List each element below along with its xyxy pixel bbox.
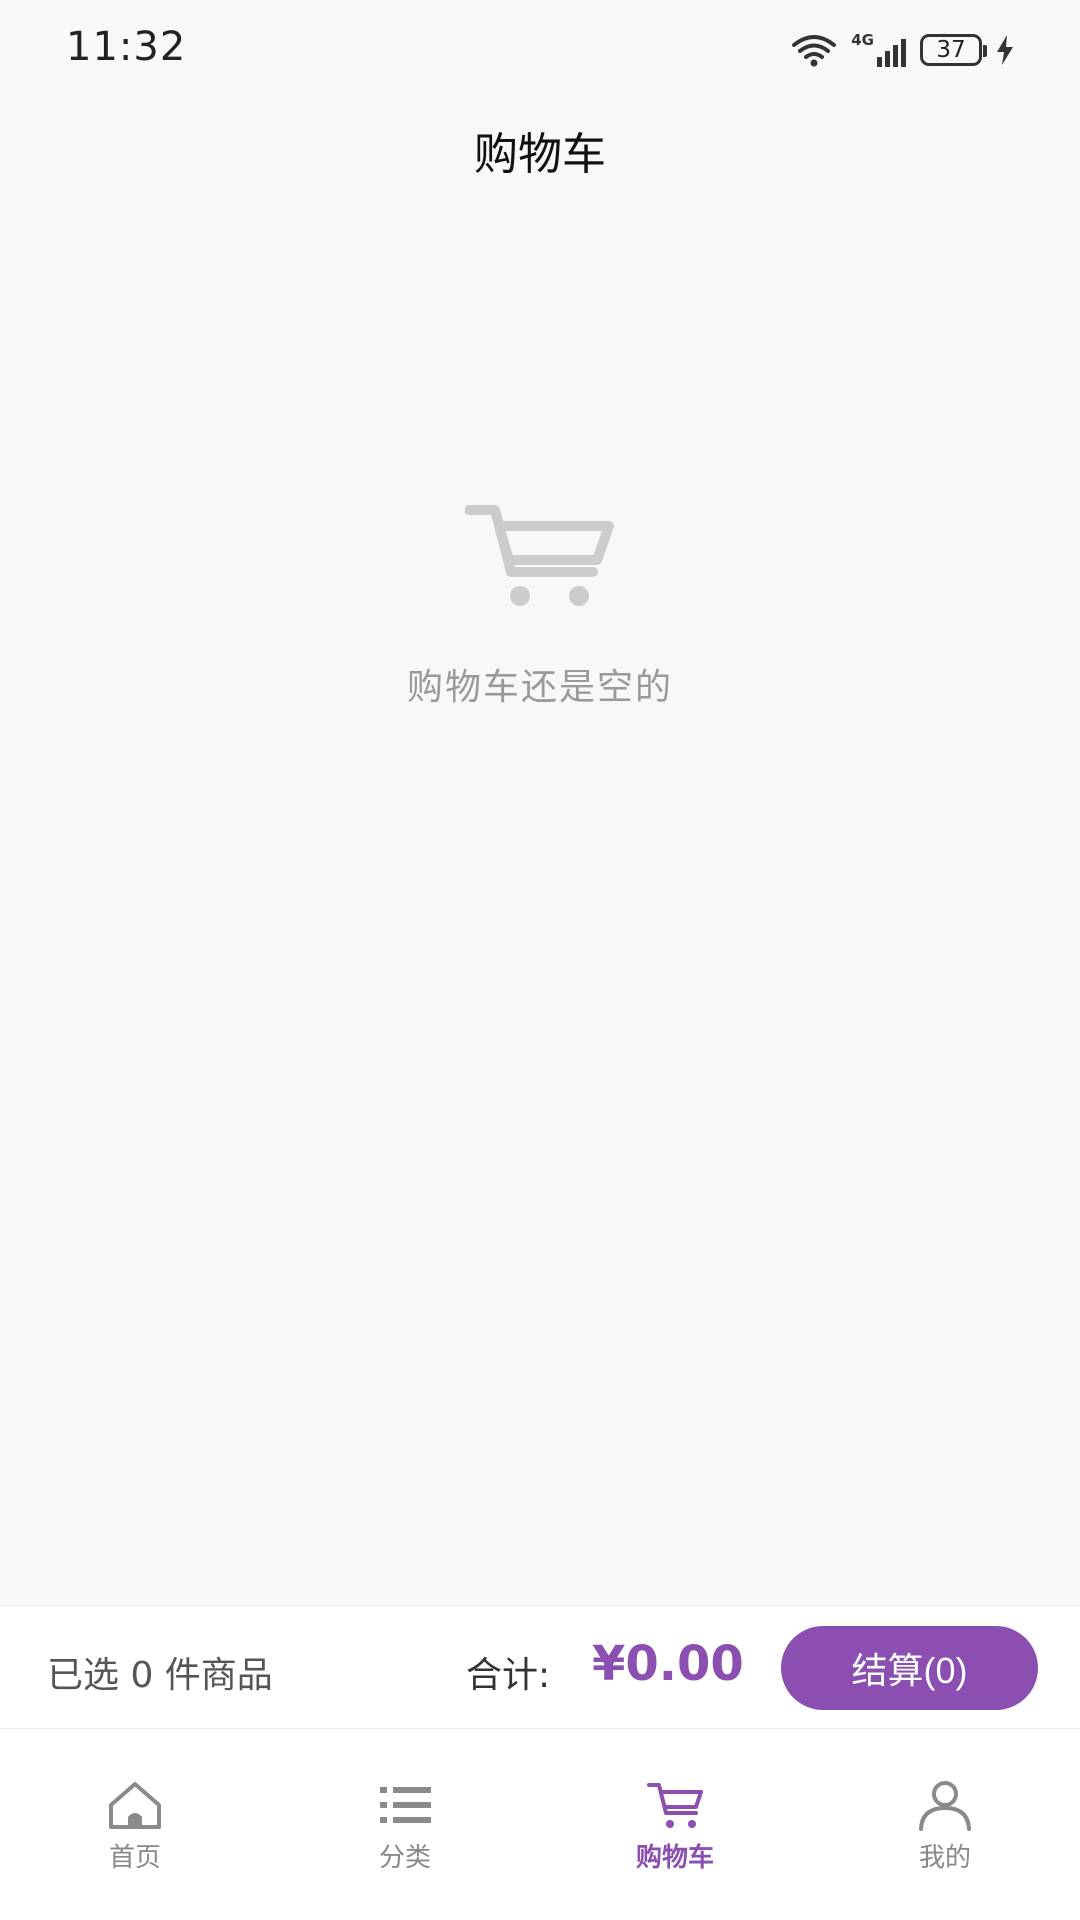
nav-label-cart: 购物车 (635, 1843, 714, 1873)
checkout-button[interactable]: 结算(0) (781, 1626, 1038, 1710)
user-icon (919, 1781, 971, 1831)
empty-cart-icon (465, 505, 614, 606)
battery-level: 37 (936, 37, 966, 63)
bottom-nav: 首页 分类 购物车 我的 (0, 1729, 1080, 1920)
charging-bolt-icon (997, 35, 1013, 65)
status-time: 11:32 (66, 24, 187, 70)
network-type-label: 4G (851, 31, 874, 49)
signal-4g-icon: 4G (851, 33, 906, 67)
total-label: 合计: (466, 1655, 551, 1696)
selected-count-text: 已选 0 件商品 (47, 1655, 273, 1696)
nav-item-profile[interactable]: 我的 (810, 1729, 1080, 1920)
nav-label-category: 分类 (378, 1843, 431, 1873)
empty-cart-state: 购物车还是空的 (0, 500, 1080, 710)
total-amount: ¥0.00 (592, 1636, 744, 1692)
status-bar: 11:32 4G 37 (0, 0, 1080, 100)
page-title: 购物车 (474, 129, 606, 180)
checkout-bar: 已选 0 件商品 合计: ¥0.00 结算(0) (0, 1605, 1080, 1729)
cart-screen: 11:32 4G 37 购物车 购物车还是空的 已选 0 件商品 合计: ¥0.… (0, 0, 1080, 1920)
status-icons: 4G 37 (791, 30, 1014, 70)
nav-label-home: 首页 (108, 1843, 161, 1873)
nav-item-category[interactable]: 分类 (270, 1729, 540, 1920)
battery-icon: 37 (920, 34, 987, 66)
home-icon (109, 1782, 161, 1829)
nav-item-home[interactable]: 首页 (0, 1729, 270, 1920)
nav-item-cart[interactable]: 购物车 (540, 1729, 810, 1920)
cart-icon (647, 1783, 703, 1828)
wifi-icon (792, 35, 837, 67)
empty-cart-message: 购物车还是空的 (406, 667, 673, 708)
list-icon (380, 1787, 431, 1823)
nav-label-profile: 我的 (918, 1843, 971, 1873)
